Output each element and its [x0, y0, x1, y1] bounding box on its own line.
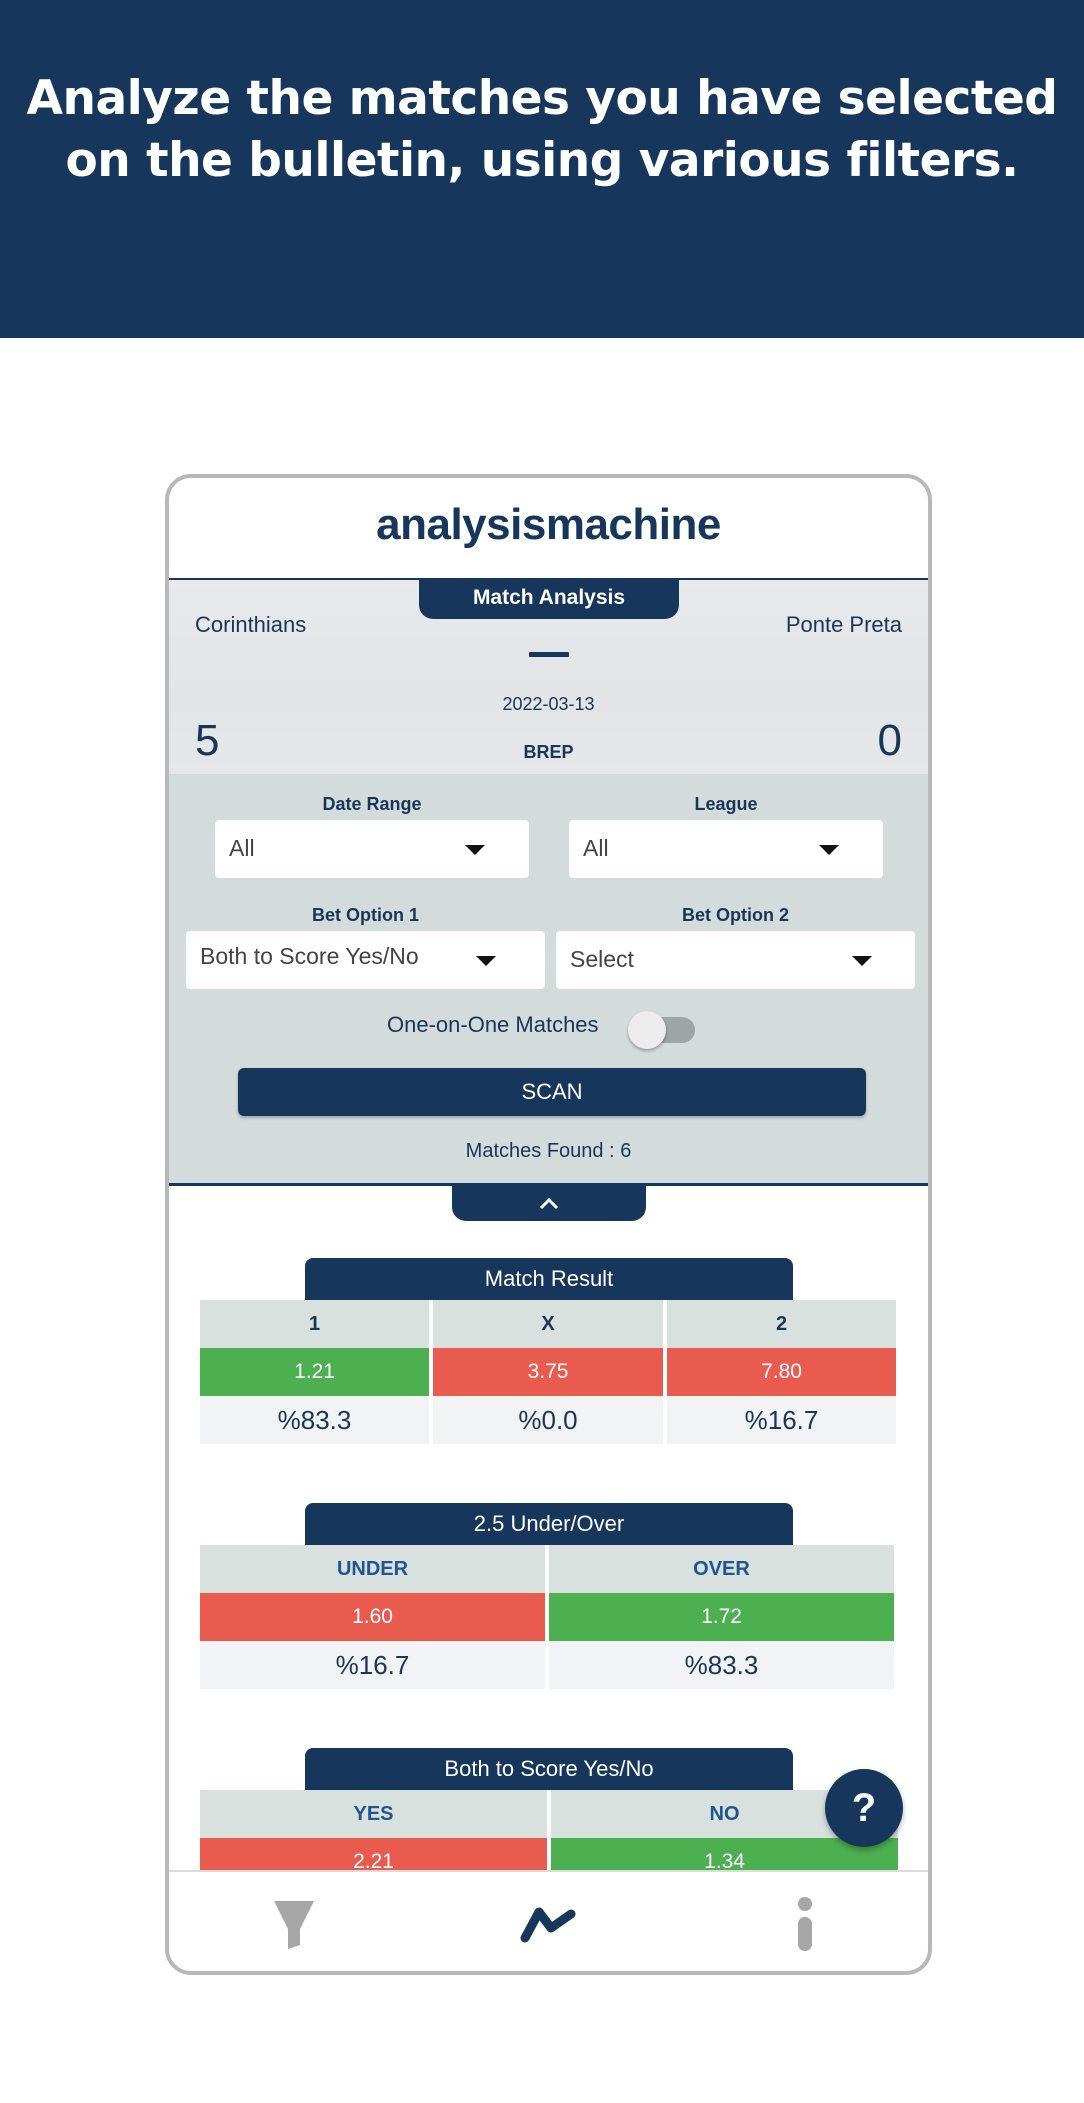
- promo-banner: Analyze the matches you have selected on…: [0, 0, 1084, 338]
- league-value: All: [583, 835, 609, 861]
- bottom-nav: [169, 1870, 928, 1971]
- collapse-filters-button[interactable]: [452, 1186, 646, 1221]
- help-button[interactable]: ?: [825, 1769, 903, 1847]
- result-col-away: 2 7.80 %16.7: [667, 1300, 896, 1444]
- odd-value: 3.75: [433, 1348, 663, 1396]
- percentage-value: %16.7: [200, 1641, 545, 1689]
- section-title: Both to Score Yes/No: [305, 1748, 793, 1790]
- nav-item-info[interactable]: [745, 1872, 865, 1971]
- percentage-value: %16.7: [667, 1396, 896, 1444]
- league-label: League: [694, 794, 758, 814]
- under-col: UNDER 1.60 %16.7: [200, 1545, 545, 1689]
- odd-value: 7.80: [667, 1348, 896, 1396]
- toggle-knob[interactable]: [628, 1011, 666, 1049]
- league-select[interactable]: All: [569, 820, 883, 878]
- bet-option-2-select[interactable]: Select: [556, 931, 915, 989]
- bet-option-1-label: Bet Option 1: [312, 905, 419, 925]
- result-col-home: 1 1.21 %83.3: [200, 1300, 429, 1444]
- percentage-value: %83.3: [200, 1396, 429, 1444]
- home-team-name: Corinthians: [195, 612, 307, 637]
- odd-value: 1.21: [200, 1348, 429, 1396]
- section-title: 2.5 Under/Over: [305, 1503, 793, 1545]
- match-result-table: 1 1.21 %83.3 X 3.75 %0.0 2 7.80 %16.7: [200, 1300, 896, 1444]
- versus-separator: [529, 652, 569, 657]
- percentage-value: %83.3: [549, 1641, 894, 1689]
- date-range-select[interactable]: All: [215, 820, 529, 878]
- scan-button[interactable]: SCAN: [238, 1068, 866, 1116]
- phone-frame: analysismachine Match Analysis Corinthia…: [165, 474, 932, 1975]
- column-head: UNDER: [200, 1545, 545, 1593]
- bet-option-1-value: Both to Score Yes/No: [200, 943, 419, 969]
- chevron-down-icon: [476, 956, 496, 966]
- chevron-up-icon: [539, 1197, 559, 1210]
- section-title: Match Result: [305, 1258, 793, 1300]
- chevron-down-icon: [819, 845, 839, 855]
- date-range-value: All: [229, 835, 255, 861]
- chevron-down-icon: [465, 845, 485, 855]
- match-analysis-tab: Match Analysis: [419, 580, 679, 619]
- info-icon: [798, 1896, 812, 1951]
- match-league: BREP: [523, 742, 574, 762]
- column-head: YES: [200, 1790, 547, 1838]
- filter-icon: [274, 1900, 314, 1949]
- bet-option-2-value: Select: [570, 946, 634, 972]
- app-header: analysismachine: [169, 478, 928, 580]
- app-logo: analysismachine: [376, 500, 721, 549]
- under-over-table: UNDER 1.60 %16.7 OVER 1.72 %83.3: [200, 1545, 894, 1689]
- result-col-draw: X 3.75 %0.0: [433, 1300, 663, 1444]
- analysis-icon: [520, 1907, 576, 1942]
- banner-line-1: Analyze the matches you have selected: [26, 71, 1058, 126]
- column-head: X: [433, 1300, 663, 1348]
- away-team-name: Ponte Preta: [785, 612, 902, 637]
- banner-line-2: on the bulletin, using various filters.: [65, 133, 1020, 188]
- column-head: 2: [667, 1300, 896, 1348]
- match-date: 2022-03-13: [502, 694, 595, 714]
- match-card: Match Analysis Corinthians Ponte Preta 2…: [169, 580, 928, 774]
- chevron-down-icon: [852, 956, 872, 966]
- bet-option-1-select[interactable]: Both to Score Yes/No: [186, 931, 545, 989]
- column-head: OVER: [549, 1545, 894, 1593]
- matches-found-count: Matches Found : 6: [465, 1140, 632, 1162]
- banner-headline: Analyze the matches you have selected on…: [0, 68, 1084, 192]
- one-on-one-label: One-on-One Matches: [387, 1012, 599, 1037]
- over-col: OVER 1.72 %83.3: [549, 1545, 894, 1689]
- nav-item-analysis[interactable]: [489, 1872, 609, 1971]
- nav-item-filter[interactable]: [234, 1872, 354, 1971]
- column-head: 1: [200, 1300, 429, 1348]
- percentage-value: %0.0: [433, 1396, 663, 1444]
- odd-value: 1.60: [200, 1593, 545, 1641]
- date-range-label: Date Range: [322, 794, 422, 814]
- odd-value: 1.72: [549, 1593, 894, 1641]
- bet-option-2-label: Bet Option 2: [682, 905, 789, 925]
- filter-panel: Date Range All League All Bet Option 1 B…: [169, 774, 928, 1186]
